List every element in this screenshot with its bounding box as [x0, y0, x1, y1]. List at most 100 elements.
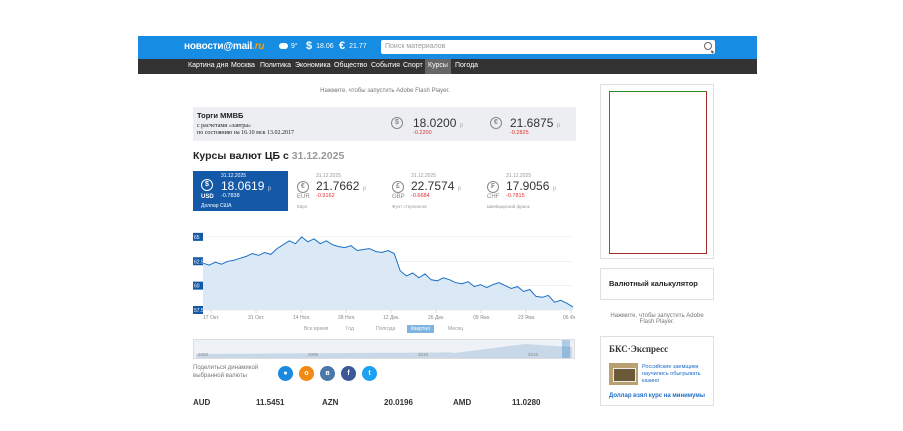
- rate-row-amd-value: 11.0280: [512, 398, 541, 407]
- rate-chart-svg: 65 62.5 60 57.517 Окт. 31 Окт. 14 Ноя. 28 Ноя.…: [193, 232, 575, 321]
- rate-row-aud[interactable]: AUD: [193, 398, 210, 407]
- vk-icon[interactable]: в: [320, 366, 335, 381]
- share-label: Поделиться динамикой выбранной валюты: [193, 365, 259, 379]
- x-tick-label: 12 Дек.: [383, 315, 400, 321]
- x-tick-label: 17 Окт.: [203, 315, 219, 321]
- moex-eur-value: 21.6875 р: [510, 116, 561, 130]
- rate-value: 18.0619 р: [221, 179, 272, 193]
- period-month[interactable]: Месяц: [448, 326, 463, 332]
- dollar-icon: $: [306, 40, 313, 52]
- y-tick-label: 65: [194, 235, 200, 241]
- moex-subtitle: с расчетами «завтра» по состоянию на 16.1…: [197, 123, 295, 136]
- currency-calculator[interactable]: Валютный калькулятор: [600, 268, 714, 300]
- euro-icon: €: [339, 40, 346, 52]
- rate-chart[interactable]: 65 62.5 60 57.5 17 Окт. 31 Окт. 14 Ноя. 28 Ноя.…: [193, 228, 575, 324]
- moex-panel: Торги ММВБ с расчетами «завтра» по состоя…: [193, 107, 576, 141]
- friends-icon[interactable]: ●: [278, 366, 293, 381]
- nav-item-sobytiya[interactable]: События: [371, 62, 400, 69]
- main-nav: Картина дня Москва Политика Экономика Об…: [138, 59, 757, 74]
- header-usd-rate[interactable]: $18.06: [306, 40, 334, 52]
- dollar-icon: $: [391, 117, 403, 129]
- navigator-year-label: 2015: [528, 352, 539, 357]
- page-title: Курсы валют ЦБ с 31.12.2025: [193, 150, 345, 162]
- search-icon[interactable]: [704, 42, 712, 50]
- nav-item-moskva[interactable]: Москва: [231, 62, 255, 69]
- ad-banner[interactable]: [600, 84, 714, 259]
- rate-code: GBP: [392, 194, 405, 200]
- period-half-year[interactable]: Полгода: [376, 326, 395, 332]
- rate-code: EUR: [297, 194, 310, 200]
- bks-news-widget: БКС·Экспресс Российские заемщики научили…: [600, 336, 714, 406]
- rate-code: USD: [201, 194, 214, 200]
- currency-card-gbp[interactable]: £ 31.12.2025 22.7574 р -0.6684 GBP Фунт …: [391, 171, 481, 211]
- nav-item-kursy[interactable]: Курсы: [425, 59, 451, 74]
- search-input[interactable]: Поиск материалов: [381, 40, 715, 54]
- period-year[interactable]: Год: [346, 326, 354, 332]
- y-tick-label: 62.5: [194, 259, 204, 265]
- logo[interactable]: новости@mail.ru: [184, 41, 265, 52]
- rate-name: Швейцарский франк: [487, 204, 530, 209]
- franc-icon: ₣: [487, 181, 499, 193]
- navigator-year-label: 2010: [418, 352, 429, 357]
- facebook-icon[interactable]: f: [341, 366, 356, 381]
- calculator-title: Валютный калькулятор: [609, 279, 698, 288]
- rate-change: -0.9162: [316, 193, 335, 199]
- navigator-year-label: 2005: [308, 352, 319, 357]
- nav-item-obshchestvo[interactable]: Общество: [334, 62, 367, 69]
- header-bar: новости@mail.ru 9° $18.06 €21.77 Поиск м…: [138, 36, 757, 59]
- nav-item-kartina-dnya[interactable]: Картина дня: [188, 62, 228, 69]
- twitter-icon[interactable]: t: [362, 366, 377, 381]
- rate-name: Евро: [297, 204, 308, 209]
- nav-item-ekonomika[interactable]: Экономика: [295, 62, 331, 69]
- news-headline-link[interactable]: Доллар взял курс на минимумы: [609, 393, 705, 399]
- navigator-year-label: 2000: [198, 352, 209, 357]
- rate-name: Доллар США: [201, 203, 232, 209]
- pound-icon: £: [392, 181, 404, 193]
- rate-change: -0.6684: [411, 193, 430, 199]
- cloud-icon: [279, 43, 288, 50]
- chart-navigator-svg: 2000 2005 2010 2015: [196, 340, 572, 358]
- rate-row-azn-value: 20.0196: [384, 398, 413, 407]
- header-eur-rate[interactable]: €21.77: [339, 40, 367, 52]
- rate-name: Фунт стерлингов: [392, 204, 427, 209]
- x-tick-label: 14 Ноя.: [293, 315, 310, 321]
- moex-title: Торги ММВБ: [197, 111, 244, 120]
- rate-row-aud-value: 11.5451: [256, 398, 285, 407]
- x-tick-label: 26 Дек.: [428, 315, 445, 321]
- news-link[interactable]: Российские заемщики научились обыгрывать…: [642, 364, 712, 385]
- x-tick-label: 06 Фев.: [563, 315, 575, 321]
- currency-card-eur[interactable]: € 31.12.2025 21.7662 р -0.9162 EUR Евро: [296, 171, 386, 211]
- nav-item-sport[interactable]: Спорт: [403, 62, 423, 69]
- bks-logo[interactable]: БКС·Экспресс: [609, 344, 668, 354]
- period-quarter[interactable]: Квартал: [407, 325, 434, 333]
- flash-player-notice[interactable]: Нажмите, чтобы запустить Adobe Flash Pla…: [300, 88, 470, 94]
- navigator-area: [196, 344, 572, 358]
- rate-value: 21.7662 р: [316, 179, 367, 193]
- weather-widget[interactable]: 9°: [279, 43, 298, 50]
- rate-change: -0.7815: [506, 193, 525, 199]
- rate-value: 22.7574 р: [411, 179, 462, 193]
- x-tick-label: 31 Окт.: [248, 315, 264, 321]
- period-all-time[interactable]: Все время: [304, 326, 328, 332]
- x-tick-label: 23 Янв.: [518, 315, 535, 321]
- dollar-icon: $: [201, 179, 213, 191]
- y-tick-label: 60: [194, 284, 200, 290]
- x-tick-label: 28 Ноя.: [338, 315, 355, 321]
- ad-frame: [609, 91, 707, 254]
- chart-navigator[interactable]: 2000 2005 2010 2015: [193, 339, 575, 359]
- currency-card-chf[interactable]: ₣ 31.12.2025 17.9056 р -0.7815 CHF Швейц…: [486, 171, 576, 211]
- chart-area-fill: [203, 236, 573, 310]
- sidebar-flash-notice[interactable]: Нажмите, чтобы запустить Adobe Flash Pla…: [603, 313, 711, 325]
- rate-value: 17.9056 р: [506, 179, 557, 193]
- moex-usd-change: -0.2200: [413, 130, 432, 136]
- rate-row-azn[interactable]: AZN: [322, 398, 338, 407]
- rate-row-amd[interactable]: AMD: [453, 398, 471, 407]
- nav-item-pogoda[interactable]: Погода: [455, 62, 478, 69]
- news-thumbnail[interactable]: [609, 363, 638, 385]
- euro-icon: €: [297, 181, 309, 193]
- odnoklassniki-icon[interactable]: о: [299, 366, 314, 381]
- moex-eur-change: -0.2825: [510, 130, 529, 136]
- currency-card-usd[interactable]: $ 31.12.2025 18.0619 р -0.7838 USD Долла…: [193, 171, 288, 211]
- nav-item-politika[interactable]: Политика: [260, 62, 291, 69]
- navigator-selection[interactable]: [562, 340, 570, 358]
